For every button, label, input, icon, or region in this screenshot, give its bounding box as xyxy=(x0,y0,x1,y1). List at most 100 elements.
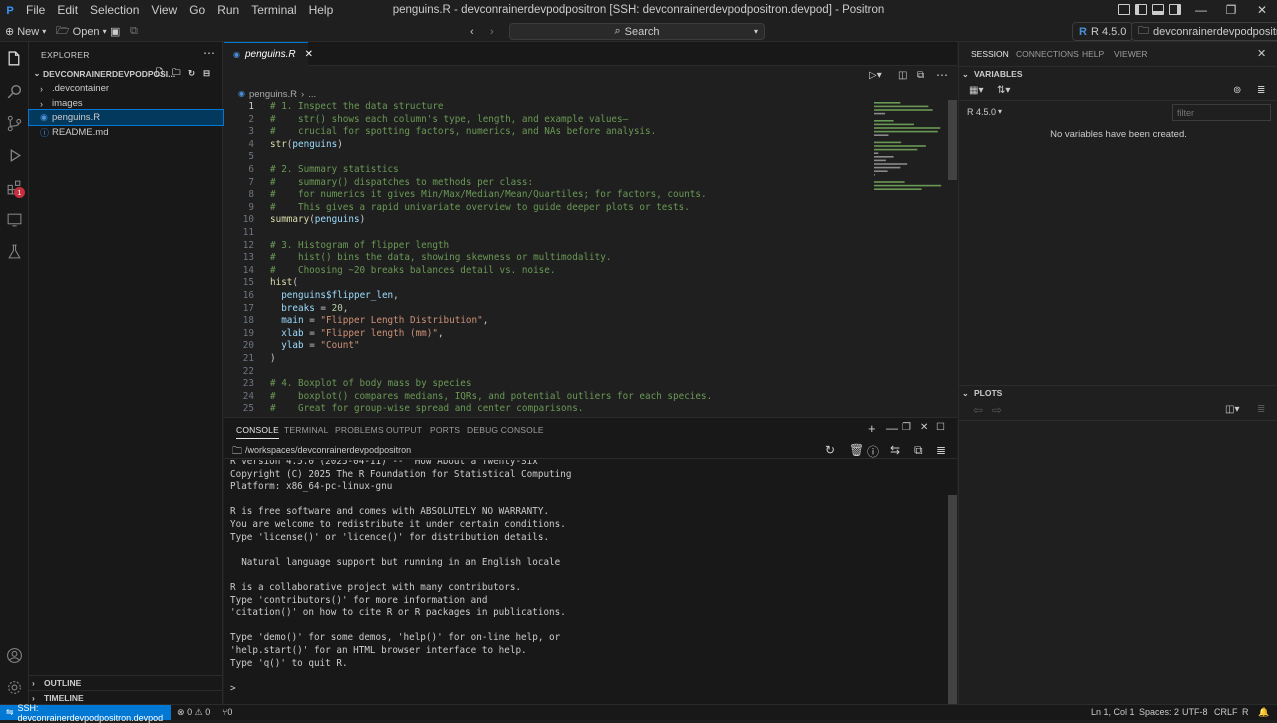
open-in-new-window-icon[interactable]: ⧉ xyxy=(917,70,924,81)
previous-plot-icon[interactable]: ⇦ xyxy=(973,403,983,417)
ports-indicator[interactable]: ⑂0 xyxy=(222,705,232,720)
run-file-icon[interactable]: ▷▾ xyxy=(869,70,882,81)
more-actions-icon[interactable]: ⋯ xyxy=(936,68,948,82)
tab-output[interactable]: OUTPUT xyxy=(386,425,422,435)
restore-icon[interactable]: ❐ xyxy=(1216,0,1246,21)
close-window-icon[interactable]: ✕ xyxy=(1247,0,1277,21)
session-selector[interactable]: R 4.5.0 ▾ xyxy=(967,107,1002,117)
filter-input[interactable] xyxy=(1172,104,1271,121)
tree-item-images[interactable]: › images xyxy=(29,96,223,111)
tab-console[interactable]: CONSOLE xyxy=(236,425,279,439)
breadcrumb-file[interactable]: penguins.R xyxy=(249,89,297,100)
customize-layout-icon[interactable] xyxy=(1118,4,1130,15)
source-control-icon[interactable] xyxy=(5,114,23,132)
open-in-editor-icon[interactable]: ⧉ xyxy=(914,443,923,458)
testing-icon[interactable] xyxy=(5,242,23,260)
breadcrumb-symbols[interactable]: ... xyxy=(308,89,316,100)
close-tab-icon[interactable]: ✕ xyxy=(305,49,313,60)
toggle-secondary-sidebar-icon[interactable] xyxy=(1169,4,1181,15)
cursor-position[interactable]: Ln 1, Col 1 xyxy=(1091,705,1135,720)
problems-indicator[interactable]: ⊗ 0 ⚠ 0 xyxy=(177,705,210,720)
tree-item-penguins-r[interactable]: ◉ penguins.R xyxy=(28,109,224,126)
refresh-icon[interactable]: ⊚ xyxy=(1233,85,1241,96)
minimap[interactable] xyxy=(872,100,944,416)
tree-item-readme[interactable]: ⓘ README.md xyxy=(29,125,223,140)
tab-viewer[interactable]: VIEWER xyxy=(1114,49,1148,59)
variables-header[interactable]: ⌄ VARIABLES xyxy=(959,66,1277,81)
save-icon[interactable]: ▣ xyxy=(110,23,120,40)
toggle-sidebar-icon[interactable] xyxy=(1135,4,1147,15)
menu-view[interactable]: View xyxy=(145,0,183,21)
clear-console-icon[interactable]: ≣ xyxy=(936,443,946,457)
encoding[interactable]: UTF-8 xyxy=(1182,705,1208,720)
outline-section[interactable]: › OUTLINE xyxy=(29,675,223,690)
menu-selection[interactable]: Selection xyxy=(84,0,145,21)
menu-help[interactable]: Help xyxy=(303,0,340,21)
new-file-icon[interactable]: 🗋 xyxy=(156,67,163,81)
layout-icon[interactable]: ≣ xyxy=(1257,85,1265,96)
plot-layout-icon[interactable]: ◫▾ xyxy=(1225,404,1239,415)
close-panel-icon[interactable]: ✕ xyxy=(920,422,928,433)
plots-header[interactable]: ⌄ PLOTS xyxy=(959,385,1277,400)
remote-explorer-icon[interactable] xyxy=(5,210,23,228)
menu-run[interactable]: Run xyxy=(211,0,245,21)
sort-icon[interactable]: ⇅▾ xyxy=(997,85,1010,96)
language-mode[interactable]: R xyxy=(1242,705,1249,720)
extensions-icon[interactable]: 1 xyxy=(5,178,25,198)
search-icon[interactable] xyxy=(5,82,23,100)
add-icon[interactable]: + xyxy=(868,421,876,436)
tree-item-devcontainer[interactable]: › .devcontainer xyxy=(29,81,223,96)
explorer-icon[interactable] xyxy=(5,50,23,68)
tab-problems[interactable]: PROBLEMS xyxy=(335,425,384,435)
more-actions-icon[interactable]: ⋯ xyxy=(203,46,215,60)
new-folder-icon[interactable]: 🗀 xyxy=(172,67,181,81)
account-icon[interactable] xyxy=(5,646,23,664)
plot-history-icon[interactable]: ≣ xyxy=(1257,404,1265,415)
tab-penguins-r[interactable]: ◉ penguins.R ✕ xyxy=(224,42,313,66)
menu-terminal[interactable]: Terminal xyxy=(245,0,302,21)
editor-scrollbar[interactable] xyxy=(948,100,957,180)
back-arrow-icon[interactable]: ‹ xyxy=(470,23,474,40)
restore-panel-icon[interactable]: ❐ xyxy=(902,422,911,433)
refresh-icon[interactable]: ↻ xyxy=(188,68,195,79)
open-button[interactable]: 🗁 Open ▾ xyxy=(56,23,107,40)
menu-go[interactable]: Go xyxy=(183,0,211,21)
toggle-panel-icon[interactable] xyxy=(1152,4,1164,15)
new-button[interactable]: ⊕ New ▾ xyxy=(5,23,46,40)
tab-connections[interactable]: CONNECTIONS xyxy=(1016,49,1079,59)
save-all-icon[interactable]: ⧉ xyxy=(130,23,138,40)
command-center-search[interactable]: ⌕ Search ▾ xyxy=(509,23,765,40)
remote-indicator[interactable]: ⇋ SSH: devconrainerdevpodpositron.devpod xyxy=(0,703,171,723)
close-icon[interactable]: ✕ xyxy=(1257,47,1266,60)
restart-icon[interactable]: ↻ xyxy=(825,443,835,457)
console-output[interactable]: R version 4.5.0 (2025-04-11) -- "How Abo… xyxy=(224,460,944,705)
tab-session[interactable]: SESSION xyxy=(971,49,1009,59)
workspace-selector[interactable]: 🗀 devconrainerdevpodpositron ▾ xyxy=(1131,22,1277,41)
next-plot-icon[interactable]: ⇨ xyxy=(992,403,1002,417)
tab-help[interactable]: HELP xyxy=(1082,49,1104,59)
end-of-line[interactable]: CRLF xyxy=(1214,705,1238,720)
console-scrollbar[interactable] xyxy=(948,495,957,705)
interpreter-selector[interactable]: R R 4.5.0 xyxy=(1072,22,1134,41)
shutdown-icon[interactable]: ⇆ xyxy=(890,443,900,457)
minimize-icon[interactable]: — xyxy=(1186,0,1216,21)
trash-icon[interactable]: 🗑 xyxy=(849,443,864,457)
notifications-icon[interactable]: 🔔 xyxy=(1258,705,1269,720)
tab-debug-console[interactable]: DEBUG CONSOLE xyxy=(467,425,544,435)
tab-terminal[interactable]: TERMINAL xyxy=(284,425,329,435)
interrupt-icon[interactable]: ⓘ xyxy=(867,443,879,460)
code-area[interactable]: 1 # 1. Inspect the data structure 2 # str()… xyxy=(224,101,869,416)
grouping-icon[interactable]: ▦▾ xyxy=(969,85,983,96)
working-directory[interactable]: /workspaces/devconrainerdevpodpositron xyxy=(245,445,411,455)
forward-arrow-icon[interactable]: › xyxy=(490,23,494,40)
menu-file[interactable]: File xyxy=(20,0,51,21)
settings-gear-icon[interactable] xyxy=(5,678,23,696)
split-editor-icon[interactable]: ◫ xyxy=(898,70,907,81)
tab-ports[interactable]: PORTS xyxy=(430,425,460,435)
run-debug-icon[interactable] xyxy=(5,146,23,164)
maximize-panel-icon[interactable]: ☐ xyxy=(936,422,945,433)
minimize-panel-icon[interactable]: — xyxy=(886,421,898,435)
menu-edit[interactable]: Edit xyxy=(51,0,84,21)
workspace-root[interactable]: ⌄ DEVCONRAINERDEVPODPOSI... 🗋 🗀 ↻ ⊟ xyxy=(29,66,223,81)
indentation[interactable]: Spaces: 2 xyxy=(1139,705,1179,720)
